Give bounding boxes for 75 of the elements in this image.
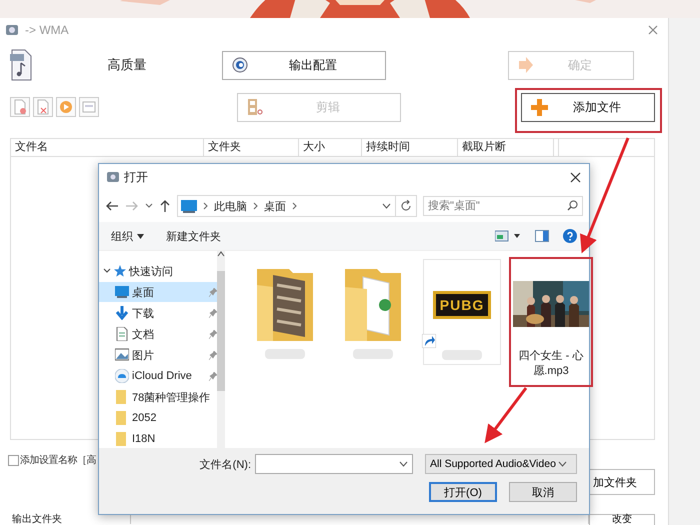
file-name-label: 文件名(N): — [200, 458, 251, 472]
chevron-up-icon — [217, 251, 225, 257]
file-name-field[interactable] — [255, 454, 413, 474]
chevron-down-icon[interactable] — [145, 203, 153, 209]
file-type-dropdown[interactable]: All Supported Audio&Video — [425, 454, 577, 474]
download-icon — [115, 306, 129, 320]
output-folder-field[interactable] — [130, 514, 589, 524]
nav-item[interactable]: iCloud Drive — [99, 366, 217, 386]
nav-item[interactable]: 快速访问 — [99, 261, 217, 281]
arrow-icon — [517, 56, 535, 74]
new-file-icon[interactable] — [12, 99, 28, 116]
column-header[interactable]: 文件夹 — [204, 138, 299, 156]
dialog-title: 打开 — [124, 168, 149, 186]
address-bar[interactable]: 此电脑 桌面 — [177, 195, 417, 217]
file-name[interactable]: 四个女生 - 心愿.mp3 — [513, 349, 589, 379]
folder-icon — [115, 432, 129, 446]
chevron-right-icon — [253, 202, 258, 210]
breadcrumb-item[interactable]: 桌面 — [264, 198, 286, 214]
chevron-down-icon — [399, 461, 408, 467]
chevron-right-icon — [203, 202, 208, 210]
refresh-icon[interactable] — [400, 200, 412, 212]
nav-item[interactable]: 图片 — [99, 345, 217, 365]
column-header[interactable]: 持续时间 — [362, 138, 458, 156]
checkbox-label: 添加设置名称［高 — [20, 454, 96, 468]
add-file-button[interactable]: 添加文件 — [521, 92, 655, 122]
open-button[interactable]: 打开(O) — [429, 482, 497, 502]
chevron-right-icon — [292, 202, 297, 210]
desktop-icon — [115, 285, 129, 299]
plus-icon — [530, 98, 548, 116]
document-icon — [115, 327, 129, 341]
folder-icon — [115, 390, 129, 404]
view-icon[interactable] — [495, 230, 521, 242]
chevron-down-icon[interactable] — [103, 267, 111, 275]
close-icon[interactable] — [570, 172, 581, 182]
breadcrumb-item[interactable]: 此电脑 — [214, 198, 247, 214]
organize-button[interactable]: 组织 — [111, 228, 144, 244]
search-icon — [567, 200, 578, 211]
nav-item[interactable]: 桌面 — [99, 282, 217, 302]
output-folder-label: 输出文件夹 — [12, 514, 63, 525]
nav-item[interactable]: 2052 — [99, 408, 217, 428]
app-icon — [107, 171, 119, 183]
dropdown-icon — [137, 234, 144, 238]
computer-icon — [181, 200, 197, 212]
up-icon[interactable] — [159, 199, 171, 213]
add-folder-button[interactable]: 加文件夹 — [589, 469, 655, 495]
chevron-down-icon — [558, 461, 567, 467]
back-icon[interactable] — [105, 200, 119, 212]
help-icon[interactable] — [563, 229, 577, 243]
column-header[interactable]: 大小 — [299, 138, 362, 156]
app-logo: PUBG — [432, 291, 492, 319]
folder-icon — [115, 411, 129, 425]
audio-file-icon — [10, 49, 32, 82]
window-title: -> WMA — [25, 22, 70, 37]
arrow — [484, 387, 528, 444]
nav-item[interactable]: I18N — [99, 429, 217, 448]
chevron-down-icon[interactable] — [382, 203, 390, 209]
checkbox[interactable] — [8, 454, 19, 466]
column-header[interactable]: 截取片断 — [458, 138, 554, 156]
pictures-icon — [115, 348, 129, 362]
search-field[interactable]: 搜索"桌面" — [423, 196, 583, 216]
preview-pane-icon[interactable] — [535, 230, 549, 242]
output-settings-button[interactable]: 输出配置 — [222, 50, 386, 80]
cloud-icon — [115, 369, 129, 383]
change-button[interactable]: 改变 — [589, 514, 655, 525]
star-icon — [114, 265, 126, 277]
column-header[interactable]: 文件名 — [11, 138, 204, 156]
delete-file-icon[interactable] — [35, 99, 51, 116]
new-folder-button[interactable]: 新建文件夹 — [166, 228, 221, 244]
nav-item[interactable]: 下载 — [99, 303, 217, 323]
cancel-button[interactable]: 取消 — [509, 482, 577, 502]
quality-label: 高质量 — [106, 56, 148, 74]
nav-item[interactable]: 文档 — [99, 324, 217, 344]
nav-item[interactable]: 78菌种管理操作 — [99, 387, 217, 407]
scrollbar[interactable] — [217, 251, 225, 448]
app-icon — [5, 22, 19, 37]
